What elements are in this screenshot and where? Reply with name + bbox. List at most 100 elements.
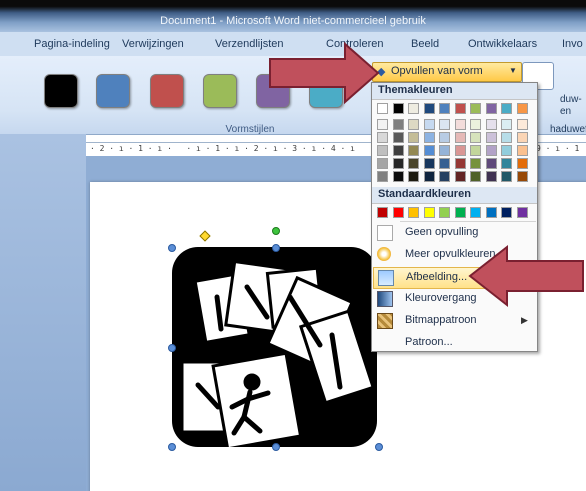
theme-shade-swatch[interactable] [454, 171, 466, 182]
theme-shade-swatch[interactable] [377, 132, 388, 143]
theme-shade-swatch[interactable] [454, 119, 466, 130]
theme-shade-swatch[interactable] [377, 145, 388, 156]
theme-color-swatch[interactable] [423, 103, 435, 114]
shadow-label-2: en [560, 106, 572, 117]
theme-shade-swatch[interactable] [485, 132, 497, 143]
theme-shade-swatch[interactable] [408, 171, 419, 182]
theme-shade-swatch[interactable] [454, 132, 466, 143]
shape-style-teal[interactable] [309, 74, 343, 108]
theme-shade-swatch[interactable] [501, 171, 512, 182]
theme-shade-swatch[interactable] [439, 145, 450, 156]
theme-shade-swatch[interactable] [454, 145, 466, 156]
theme-color-swatch[interactable] [470, 103, 481, 114]
shape-style-blue[interactable] [96, 74, 130, 108]
theme-shade-swatch[interactable] [485, 171, 497, 182]
resize-handle-bottom-left[interactable] [168, 443, 176, 451]
standard-color-swatch[interactable] [423, 207, 435, 218]
theme-shade-swatch[interactable] [454, 158, 466, 169]
theme-shade-swatch[interactable] [470, 132, 481, 143]
theme-shade-swatch[interactable] [392, 119, 404, 130]
theme-shade-swatch[interactable] [408, 145, 419, 156]
theme-color-swatch[interactable] [377, 103, 388, 114]
tab-invoegen[interactable]: Invo [562, 38, 583, 50]
standard-color-swatch[interactable] [470, 207, 481, 218]
theme-shade-swatch[interactable] [516, 132, 528, 143]
theme-shade-swatch[interactable] [408, 132, 419, 143]
theme-shade-swatch[interactable] [516, 171, 528, 182]
standard-color-swatch[interactable] [501, 207, 512, 218]
standard-color-swatch[interactable] [516, 207, 528, 218]
shape-fill-button[interactable]: ◆ Opvullen van vorm ▼ [372, 62, 522, 82]
theme-shade-swatch[interactable] [377, 119, 388, 130]
standard-color-swatch[interactable] [392, 207, 404, 218]
tab-beeld[interactable]: Beeld [411, 38, 439, 50]
standard-color-swatch[interactable] [439, 207, 450, 218]
theme-color-swatch[interactable] [485, 103, 497, 114]
theme-color-swatch[interactable] [516, 103, 528, 114]
theme-shade-swatch[interactable] [516, 145, 528, 156]
menu-item-picture[interactable]: Afbeelding... [373, 267, 536, 289]
tab-controleren[interactable]: Controleren [326, 38, 383, 50]
theme-shade-swatch[interactable] [470, 158, 481, 169]
menu-item-pattern[interactable]: Patroon... [373, 333, 536, 353]
shape-style-green[interactable] [203, 74, 237, 108]
theme-shade-swatch[interactable] [439, 119, 450, 130]
menu-item-gradient[interactable]: Kleurovergang [373, 289, 536, 309]
resize-handle-bottom-right[interactable] [375, 443, 383, 451]
theme-shade-swatch[interactable] [439, 171, 450, 182]
menu-item-more-fill-colors[interactable]: Meer opvulkleuren... [373, 245, 536, 265]
theme-shade-swatch[interactable] [470, 145, 481, 156]
menu-item-no-fill[interactable]: Geen opvulling [373, 223, 536, 243]
theme-shade-swatch[interactable] [516, 158, 528, 169]
standard-color-swatch[interactable] [454, 207, 466, 218]
theme-shade-swatch[interactable] [423, 132, 435, 143]
theme-shade-swatch[interactable] [392, 145, 404, 156]
resize-handle-top[interactable] [272, 244, 280, 252]
theme-shade-swatch[interactable] [485, 158, 497, 169]
theme-color-swatch[interactable] [439, 103, 450, 114]
theme-shade-swatch[interactable] [392, 171, 404, 182]
standard-color-swatch[interactable] [408, 207, 419, 218]
theme-shade-swatch[interactable] [470, 119, 481, 130]
paint-bucket-icon: ◆ [377, 66, 386, 78]
theme-shade-swatch[interactable] [485, 119, 497, 130]
tab-verzendlijsten[interactable]: Verzendlijsten [215, 38, 284, 50]
theme-shade-swatch[interactable] [392, 132, 404, 143]
theme-color-swatch[interactable] [454, 103, 466, 114]
tab-ontwikkelaars[interactable]: Ontwikkelaars [468, 38, 537, 50]
resize-handle-top-left[interactable] [168, 244, 176, 252]
theme-shade-swatch[interactable] [392, 158, 404, 169]
theme-shade-swatch[interactable] [439, 158, 450, 169]
theme-color-swatch[interactable] [501, 103, 512, 114]
theme-color-swatch[interactable] [408, 103, 419, 114]
theme-shade-swatch[interactable] [423, 171, 435, 182]
resize-handle-left[interactable] [168, 344, 176, 352]
tab-pagina-indeling[interactable]: Pagina-indeling [34, 38, 110, 50]
theme-shade-swatch[interactable] [423, 158, 435, 169]
theme-shade-swatch[interactable] [501, 158, 512, 169]
tab-verwijzingen[interactable]: Verwijzingen [122, 38, 184, 50]
theme-shade-swatch[interactable] [408, 158, 419, 169]
theme-shade-swatch[interactable] [485, 145, 497, 156]
theme-shade-swatch[interactable] [470, 171, 481, 182]
theme-shade-swatch[interactable] [408, 119, 419, 130]
shape-style-red[interactable] [150, 74, 184, 108]
rotation-handle[interactable] [272, 227, 280, 235]
shape-style-purple[interactable] [256, 74, 290, 108]
standard-color-swatch[interactable] [485, 207, 497, 218]
standard-color-swatch[interactable] [377, 207, 388, 218]
theme-shade-swatch[interactable] [423, 119, 435, 130]
selected-shape[interactable] [172, 247, 377, 451]
shape-style-black[interactable] [44, 74, 78, 108]
theme-shade-swatch[interactable] [377, 158, 388, 169]
menu-item-texture[interactable]: Bitmappatroon ▶ [373, 311, 536, 331]
theme-shade-swatch[interactable] [501, 145, 512, 156]
theme-shade-swatch[interactable] [423, 145, 435, 156]
resize-handle-bottom[interactable] [272, 443, 280, 451]
theme-shade-swatch[interactable] [439, 132, 450, 143]
theme-color-swatch[interactable] [392, 103, 404, 114]
theme-shade-swatch[interactable] [501, 119, 512, 130]
theme-shade-swatch[interactable] [377, 171, 388, 182]
theme-shade-swatch[interactable] [501, 132, 512, 143]
theme-shade-swatch[interactable] [516, 119, 528, 130]
